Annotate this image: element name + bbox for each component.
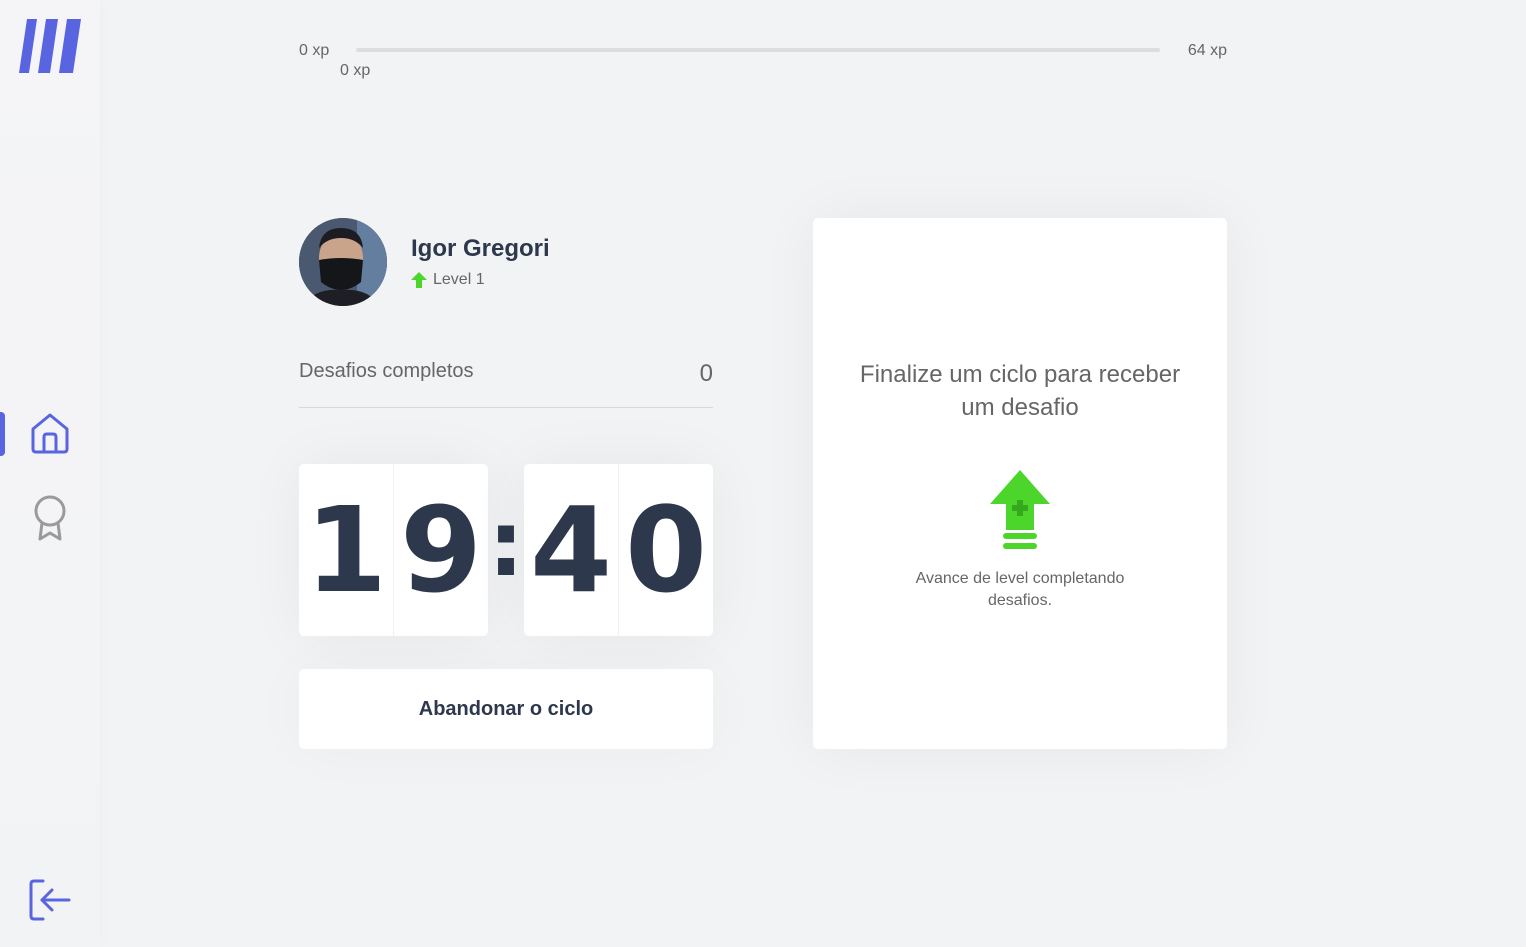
- profile: Igor Gregori Level 1: [299, 218, 550, 306]
- challenge-title: Finalize um ciclo para receber um desafi…: [859, 361, 1181, 421]
- avatar: [299, 218, 387, 306]
- countdown-minutes: 1 9: [299, 464, 488, 636]
- logout-icon: [27, 877, 73, 928]
- profile-level: Level 1: [411, 271, 550, 289]
- countdown-seconds: 4 0: [524, 464, 713, 636]
- app-root: 0 xp 0 xp 64 xp Igor Gregori Level 1 Des…: [0, 0, 1526, 947]
- abandon-cycle-button[interactable]: Abandonar o ciclo: [299, 669, 713, 749]
- level-up-icon: [411, 272, 427, 288]
- profile-info: Igor Gregori Level 1: [411, 235, 550, 289]
- sidebar: [0, 0, 100, 947]
- countdown-digit: 1: [304, 481, 388, 619]
- countdown: 1 9 : 4 0: [299, 464, 713, 636]
- logo-icon: [19, 19, 81, 73]
- logout-button[interactable]: [26, 878, 74, 926]
- experience-bar: 0 xp 0 xp 64 xp: [299, 40, 1227, 80]
- profile-name: Igor Gregori: [411, 235, 550, 262]
- countdown-digit: 4: [529, 481, 613, 619]
- completed-challenges-label: Desafios completos: [299, 360, 474, 382]
- countdown-digit: 9: [393, 464, 488, 636]
- completed-challenges: Desafios completos 0: [299, 360, 713, 408]
- xp-progress-track: [356, 48, 1160, 52]
- award-icon: [32, 494, 68, 547]
- xp-current-label: 0 xp: [340, 62, 371, 79]
- countdown-digit: 0: [618, 464, 713, 636]
- sidebar-item-home[interactable]: [0, 410, 100, 460]
- challenge-box: Finalize um ciclo para receber um desafi…: [813, 218, 1227, 749]
- home-icon: [29, 411, 71, 460]
- xp-max-label: 64 xp: [1187, 42, 1227, 59]
- sidebar-item-awards[interactable]: [0, 495, 100, 545]
- level-label: Level 1: [433, 271, 485, 288]
- challenge-description: Avance de level completando desafios.: [915, 570, 1125, 609]
- completed-challenges-count: 0: [699, 360, 713, 387]
- level-up-icon: [990, 470, 1050, 552]
- countdown-separator: :: [488, 492, 524, 597]
- xp-min-label: 0 xp: [299, 42, 330, 59]
